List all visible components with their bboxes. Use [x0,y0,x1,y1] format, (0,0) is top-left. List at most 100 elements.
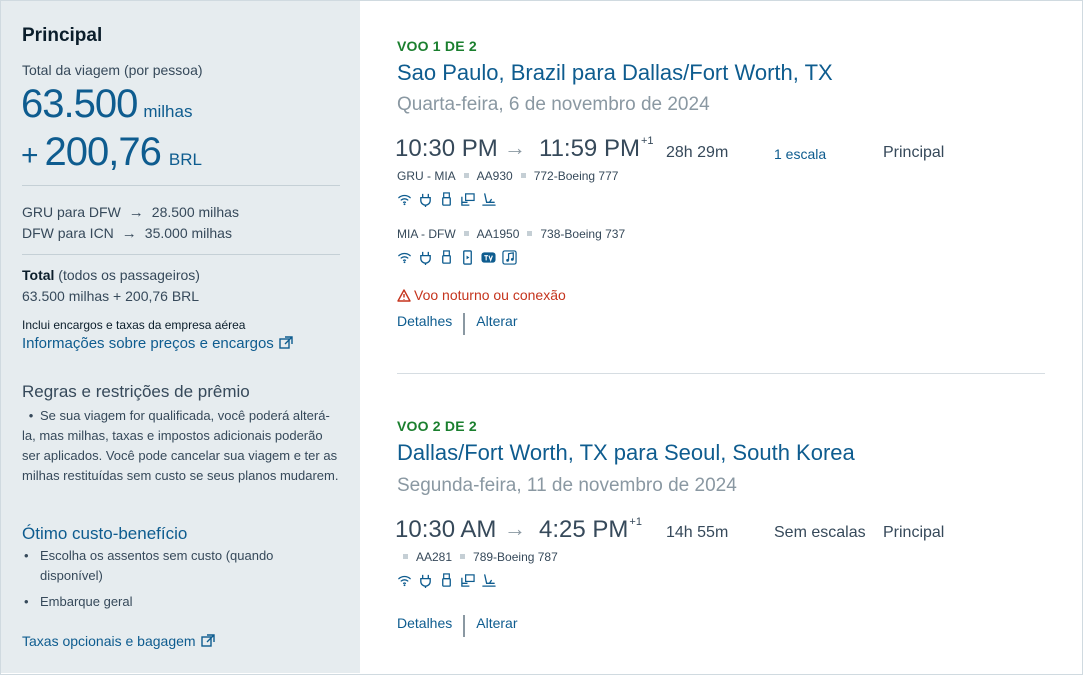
flight-duration: 14h 55m [666,524,729,541]
leg-miles: 28.500 milhas [151,204,239,220]
arrive-time-value: 4:25 PM [539,516,629,543]
total-label: Total [22,267,55,283]
award-rules-title: Regras e restrições de prêmio [22,382,250,401]
cabin-class: Principal [883,144,945,161]
link-separator [463,313,466,335]
value-item-text: Escolha os assentos sem custo (quando [40,548,274,563]
arrow-right-icon: → [504,516,526,541]
flight-date: Segunda-feira, 11 de novembro de 2024 [397,475,737,496]
leg-route: DFW para ICN [22,225,114,241]
cash-amount: 200,76 [44,130,162,174]
segment-info: AA281 789-Boeing 787 [397,550,558,564]
total-suffix: (todos os passageiros) [58,267,200,283]
bullet-dot: • [24,594,29,609]
seat-video-icon[interactable] [460,192,475,207]
day-offset: +1 [629,516,642,528]
segment-aircraft: 738-Boeing 737 [540,227,626,241]
bullet-dot: • [28,408,34,423]
flight-route: Sao Paulo, Brazil para Dallas/Fort Worth… [397,60,833,85]
value-title: Ótimo custo-benefício [22,524,188,543]
power-icon[interactable] [418,573,433,588]
arrow-right-icon: → [121,225,137,242]
separator [463,173,469,178]
amenities-row [397,573,496,588]
separator [520,173,526,178]
power-icon[interactable] [418,250,433,265]
segment-route: MIA - DFW [397,227,456,241]
award-rules-text: • Se sua viagem for qualificada, você pod… [22,406,340,486]
optional-fees-bag-link[interactable]: Taxas opcionais e bagagem [22,633,215,649]
cash-unit: BRL [168,150,202,169]
wifi-icon[interactable] [397,250,412,265]
segment-aircraft: 772-Boeing 777 [533,169,619,183]
flight-actions: Detalhes Alterar [397,313,518,335]
change-link[interactable]: Alterar [476,615,517,631]
flight-divider [397,373,1045,374]
miles-total: 63.500 milhas [21,82,192,127]
details-link[interactable]: Detalhes [397,615,452,631]
pricing-info-label[interactable]: Informações sobre preços e encargos [22,335,274,352]
miles-amount: 63.500 [21,82,138,126]
usb-icon[interactable] [439,250,454,265]
cabin-title: Principal [22,25,103,46]
change-link[interactable]: Alterar [476,313,517,329]
wifi-icon[interactable] [397,573,412,588]
separator [527,231,533,236]
flight-number-label: VOO 1 DE 2 [397,38,477,54]
pricing-info-link[interactable]: Informações sobre preços e encargos [22,335,293,352]
segment-aircraft: 789-Boeing 787 [473,550,558,564]
miles-unit: milhas [143,102,193,121]
trip-total-label: Total da viagem (por pessoa) [22,62,203,78]
amenities-row [397,250,517,265]
arrive-time: 4:25 PM+1 [539,516,642,544]
stops-link[interactable]: 1 escala [774,146,826,162]
value-item: • Embarque geral [24,592,314,612]
arrow-right-icon: → [504,135,526,160]
usb-icon[interactable] [439,573,454,588]
warning-text: Voo noturno ou conexão [414,287,566,303]
stops-label: Sem escalas [774,524,866,541]
segment-route: GRU - MIA [397,169,456,183]
depart-time: 10:30 PM [395,135,498,162]
lie-flat-seat-icon[interactable] [481,573,496,588]
overnight-warning: Voo noturno ou conexão [397,287,566,303]
link-separator [463,615,466,637]
segment-info: GRU - MIA AA930 772-Boeing 777 [397,169,618,183]
details-link[interactable]: Detalhes [397,313,452,329]
fees-note: Inclui encargos e taxas da empresa aérea [22,318,246,332]
segment-flight-number: AA1950 [476,227,520,241]
leg-miles-row: DFW para ICN → 35.000 milhas [22,225,232,242]
amenities-row [397,192,496,207]
music-icon[interactable] [502,250,517,265]
flight-duration: 28h 29m [666,144,729,161]
value-item-text: Embarque geral [40,594,133,609]
leg-route: GRU para DFW [22,204,121,220]
divider [22,254,340,255]
wifi-icon[interactable] [397,192,412,207]
device-streaming-icon[interactable] [460,250,475,265]
arrive-time-value: 11:59 PM [539,135,640,162]
optional-fees-label[interactable]: Taxas opcionais e bagagem [22,633,196,649]
plus-sign: + [21,139,39,172]
bullet-dot: • [24,548,29,563]
separator [403,554,408,559]
lie-flat-seat-icon[interactable] [481,192,496,207]
segment-flight-number: AA281 [416,550,453,564]
usb-icon[interactable] [439,192,454,207]
arrive-time: 11:59 PM+1 [539,135,654,163]
flight-number-label: VOO 2 DE 2 [397,418,477,434]
divider [22,185,340,186]
external-link-icon [279,336,293,349]
total-value: 63.500 milhas + 200,76 BRL [22,288,200,304]
seat-video-icon[interactable] [460,573,475,588]
award-rules-body: Se sua viagem for qualificada, você pode… [22,408,339,483]
external-link-icon [200,634,215,647]
separator [460,554,466,559]
tv-icon[interactable] [481,250,496,265]
arrow-right-icon: → [128,204,144,221]
depart-time: 10:30 AM [395,516,497,543]
segment-flight-number: AA930 [476,169,513,183]
segment-info: MIA - DFW AA1950 738-Boeing 737 [397,227,625,241]
total-label-line: Total (todos os passageiros) [22,267,200,283]
power-icon[interactable] [418,192,433,207]
